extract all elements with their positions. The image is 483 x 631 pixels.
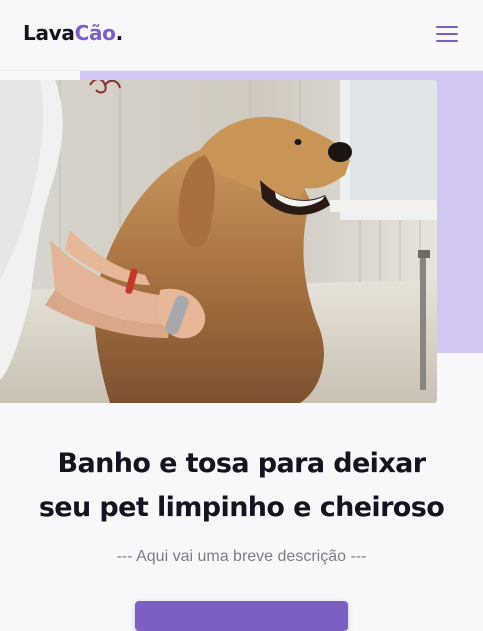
hero-headline: Banho e tosa para deixar seu pet limpinh… (0, 442, 483, 530)
logo[interactable]: LavaCão. (23, 21, 123, 45)
hero-headline-line1: Banho e tosa para deixar (57, 448, 427, 479)
hamburger-menu-icon[interactable] (436, 26, 458, 42)
logo-dot: . (115, 21, 124, 45)
logo-text-main: Lava (23, 21, 75, 45)
cta-button[interactable] (135, 601, 348, 631)
navbar: LavaCão. (0, 0, 483, 71)
hero-headline-line2: seu pet limpinho e cheiroso (38, 492, 445, 523)
hero-description: --- Aqui vai uma breve descrição --- (116, 548, 367, 565)
logo-text-accent: Cão (74, 21, 116, 45)
dog-bath-photo (0, 80, 437, 403)
